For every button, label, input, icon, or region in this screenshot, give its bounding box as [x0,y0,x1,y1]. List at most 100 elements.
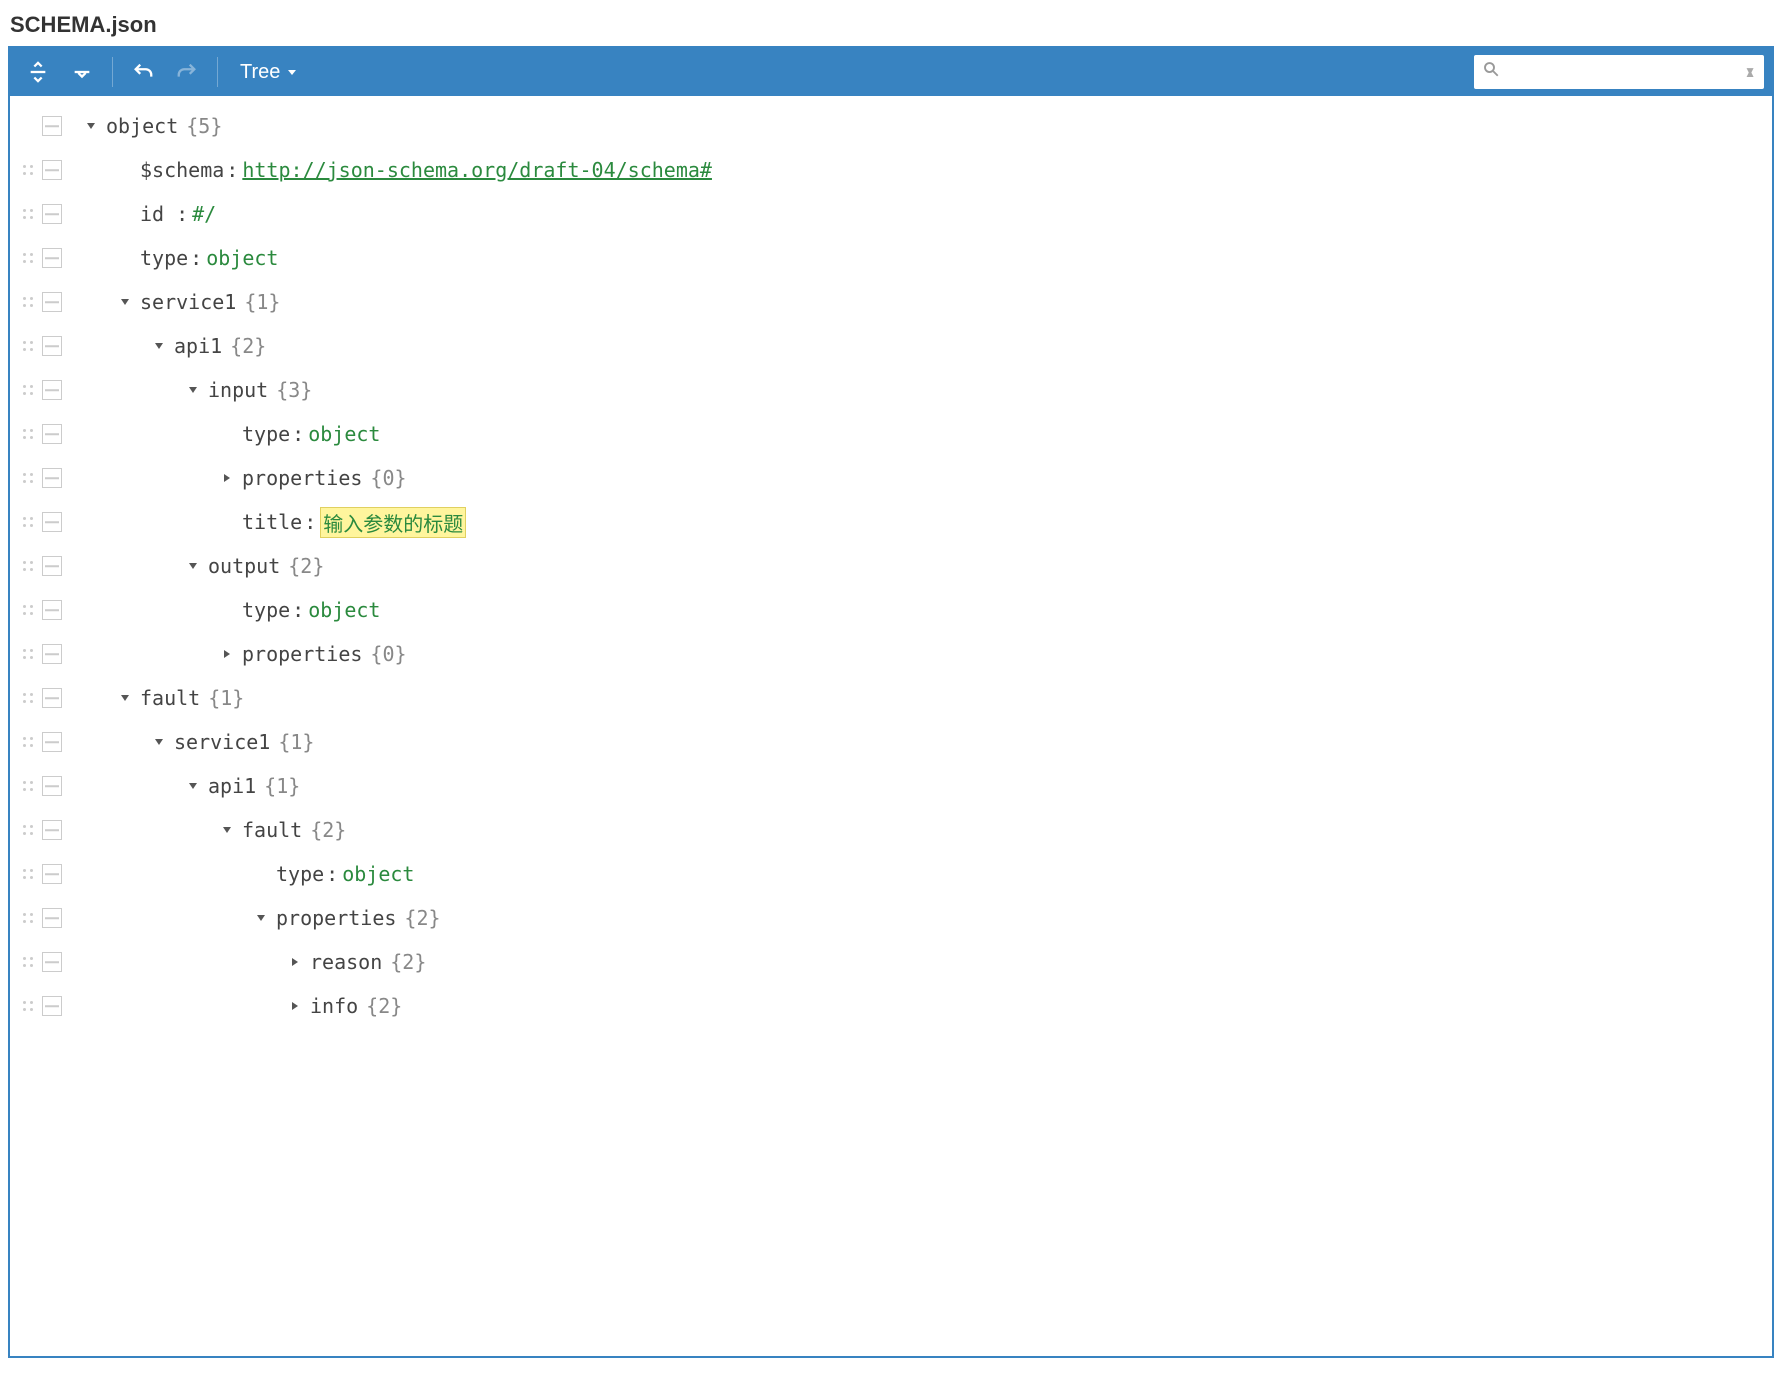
tree-row: type : object [10,852,1772,896]
context-menu-button[interactable] [42,160,62,180]
node-key[interactable]: type [276,862,324,886]
context-menu-button[interactable] [42,116,62,136]
node-key[interactable]: type [140,246,188,270]
undo-button[interactable] [123,52,163,92]
caret-down-icon[interactable] [184,560,202,572]
node-key[interactable]: api1 [174,334,222,358]
node-count: {1} [270,730,314,754]
node-key[interactable]: input [208,378,268,402]
node-count: {2} [302,818,346,842]
context-menu-button[interactable] [42,908,62,928]
caret-down-icon[interactable] [252,912,270,924]
toolbar-separator [217,57,218,87]
node-key[interactable]: output [208,554,280,578]
node-key[interactable]: api1 [208,774,256,798]
drag-handle-icon[interactable] [18,380,38,400]
drag-handle-icon[interactable] [18,996,38,1016]
drag-handle-icon[interactable] [18,864,38,884]
context-menu-button[interactable] [42,820,62,840]
drag-handle-icon[interactable] [18,732,38,752]
drag-handle-icon[interactable] [18,600,38,620]
caret-right-icon[interactable] [286,1000,304,1012]
node-count: {2} [222,334,266,358]
drag-handle-icon[interactable] [18,160,38,180]
node-key[interactable]: reason [310,950,382,974]
node-key[interactable]: properties [276,906,396,930]
context-menu-button[interactable] [42,468,62,488]
expand-all-button[interactable] [18,52,58,92]
context-menu-button[interactable] [42,380,62,400]
drag-handle-icon[interactable] [18,512,38,532]
context-menu-button[interactable] [42,292,62,312]
tree-row: type : object [10,412,1772,456]
node-count: {1} [236,290,280,314]
caret-right-icon[interactable] [286,956,304,968]
caret-down-icon[interactable] [82,120,100,132]
mode-select[interactable]: Tree [228,52,310,92]
collapse-all-button[interactable] [62,52,102,92]
context-menu-button[interactable] [42,600,62,620]
caret-down-icon[interactable] [116,692,134,704]
node-value[interactable]: object [206,246,278,270]
drag-handle-icon[interactable] [18,644,38,664]
tree-row: $schema : http://json-schema.org/draft-0… [10,148,1772,192]
node-key[interactable]: $schema [140,158,224,182]
node-key[interactable]: properties [242,466,362,490]
node-key[interactable]: fault [140,686,200,710]
context-menu-button[interactable] [42,248,62,268]
node-key[interactable]: info [310,994,358,1018]
drag-handle-icon[interactable] [18,688,38,708]
context-menu-button[interactable] [42,644,62,664]
context-menu-button[interactable] [42,204,62,224]
redo-button[interactable] [167,52,207,92]
context-menu-button[interactable] [42,556,62,576]
node-key[interactable]: service1 [140,290,236,314]
node-value[interactable]: object [308,598,380,622]
drag-handle-icon[interactable] [18,556,38,576]
node-value[interactable]: object [342,862,414,886]
node-key[interactable]: properties [242,642,362,666]
node-key[interactable]: fault [242,818,302,842]
drag-handle-icon[interactable] [18,424,38,444]
node-value[interactable]: object [308,422,380,446]
node-key[interactable]: title [242,510,302,534]
node-key[interactable]: type [242,598,290,622]
drag-handle-icon[interactable] [18,820,38,840]
caret-down-icon[interactable] [150,736,168,748]
drag-handle-icon[interactable] [18,468,38,488]
context-menu-button[interactable] [42,512,62,532]
drag-handle-icon[interactable] [18,248,38,268]
drag-handle-icon[interactable] [18,952,38,972]
caret-down-icon[interactable] [150,340,168,352]
context-menu-button[interactable] [42,952,62,972]
node-value[interactable]: 输入参数的标题 [320,507,466,538]
toolbar-separator [112,57,113,87]
drag-handle-icon[interactable] [18,204,38,224]
node-key[interactable]: id [140,202,174,226]
search-nav: ▼ ▲ [1744,71,1756,73]
context-menu-button[interactable] [42,996,62,1016]
context-menu-button[interactable] [42,336,62,356]
context-menu-button[interactable] [42,688,62,708]
tree-row: info{2} [10,984,1772,1028]
drag-handle-icon[interactable] [18,776,38,796]
node-value[interactable]: http://json-schema.org/draft-04/schema# [242,158,712,182]
context-menu-button[interactable] [42,732,62,752]
caret-down-icon[interactable] [116,296,134,308]
drag-handle-icon[interactable] [18,336,38,356]
caret-down-icon[interactable] [184,384,202,396]
context-menu-button[interactable] [42,424,62,444]
caret-down-icon[interactable] [218,824,236,836]
caret-down-icon[interactable] [184,780,202,792]
node-key[interactable]: object [106,114,178,138]
node-key[interactable]: type [242,422,290,446]
caret-right-icon[interactable] [218,472,236,484]
caret-right-icon[interactable] [218,648,236,660]
node-value[interactable]: #/ [192,202,216,226]
drag-handle-icon[interactable] [18,908,38,928]
node-key[interactable]: service1 [174,730,270,754]
context-menu-button[interactable] [42,864,62,884]
search-input[interactable] [1506,63,1738,81]
context-menu-button[interactable] [42,776,62,796]
drag-handle-icon[interactable] [18,292,38,312]
